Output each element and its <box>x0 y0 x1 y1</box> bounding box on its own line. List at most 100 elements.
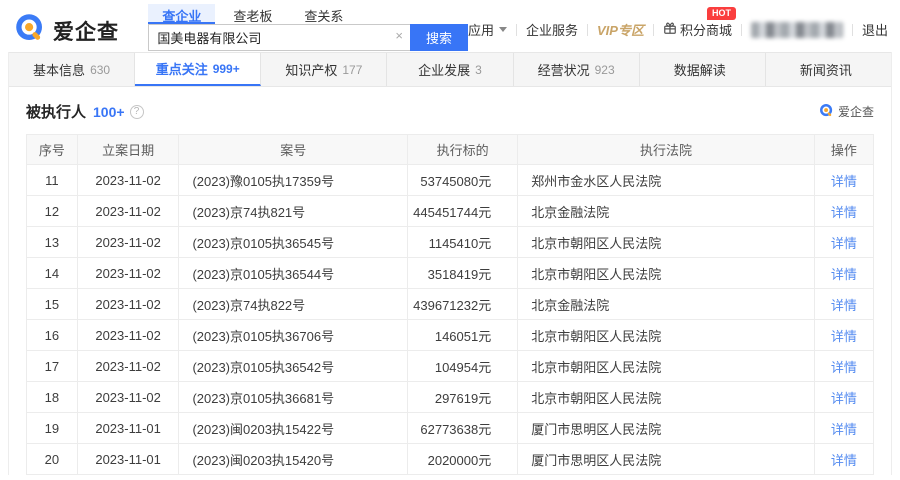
username-redacted[interactable] <box>751 22 843 38</box>
detail-link[interactable]: 详情 <box>831 391 857 406</box>
watermark: 爱企查 <box>819 103 874 121</box>
cell-target-amount: 1145410元 <box>408 227 518 258</box>
cell-court: 厦门市思明区人民法院 <box>518 444 814 475</box>
company-nav-tabs: 基本信息 630 重点关注 999+ 知识产权 177 企业发展 3 经营状况 … <box>9 52 891 87</box>
logout-link[interactable]: 退出 <box>862 20 888 39</box>
cell-action: 详情 <box>814 258 873 289</box>
search-box: × 搜索 <box>148 24 468 51</box>
detail-link[interactable]: 详情 <box>831 453 857 468</box>
detail-link[interactable]: 详情 <box>831 298 857 313</box>
detail-link[interactable]: 详情 <box>831 422 857 437</box>
detail-link[interactable]: 详情 <box>831 329 857 344</box>
cell-court: 北京市朝阳区人民法院 <box>518 382 814 413</box>
cell-court: 北京金融法院 <box>518 196 814 227</box>
site-logo[interactable]: 爱企查 <box>14 12 148 49</box>
cell-case-number: (2023)京0105执36706号 <box>179 320 408 351</box>
cell-target-amount: 104954元 <box>408 351 518 382</box>
cell-target-amount: 2020000元 <box>408 444 518 475</box>
cell-target-amount: 146051元 <box>408 320 518 351</box>
nav-tab-5[interactable]: 数据解读 <box>640 53 766 86</box>
col-header-case-number: 案号 <box>179 135 408 165</box>
cell-target-amount: 53745080元 <box>408 165 518 196</box>
table-row: 14 2023-11-02 (2023)京0105执36544号 3518419… <box>27 258 874 289</box>
nav-tab-label: 经营状况 <box>538 60 590 79</box>
section-title: 被执行人 <box>26 101 86 122</box>
cell-filing-date: 2023-11-02 <box>77 258 179 289</box>
search-input[interactable] <box>148 24 410 51</box>
divider <box>516 24 517 36</box>
cell-index: 11 <box>27 165 78 196</box>
col-header-court: 执行法院 <box>518 135 814 165</box>
nav-tab-0[interactable]: 基本信息 630 <box>9 53 135 86</box>
cell-filing-date: 2023-11-02 <box>77 196 179 227</box>
cell-court: 厦门市思明区人民法院 <box>518 413 814 444</box>
aiqicha-watermark-icon <box>819 103 834 121</box>
cell-case-number: (2023)京0105执36545号 <box>179 227 408 258</box>
cell-index: 16 <box>27 320 78 351</box>
enterprise-service-link[interactable]: 企业服务 <box>526 20 578 39</box>
cell-action: 详情 <box>814 351 873 382</box>
cell-court: 北京市朝阳区人民法院 <box>518 227 814 258</box>
nav-tab-count: 177 <box>342 63 362 77</box>
search-tab-1[interactable]: 查老板 <box>219 4 286 24</box>
cell-index: 18 <box>27 382 78 413</box>
search-tabs: 查企业 查老板 查关系 <box>148 4 468 24</box>
table-row: 19 2023-11-01 (2023)闽0203执15422号 6277363… <box>27 413 874 444</box>
table-row: 13 2023-11-02 (2023)京0105执36545号 1145410… <box>27 227 874 258</box>
top-header: 爱企查 查企业 查老板 查关系 × 搜索 应用 企业服务 VIP专区 <box>0 0 900 52</box>
help-icon[interactable]: ? <box>130 105 144 119</box>
divider <box>741 24 742 36</box>
search-tab-label: 查老板 <box>233 9 272 24</box>
cell-target-amount: 3518419元 <box>408 258 518 289</box>
cell-index: 13 <box>27 227 78 258</box>
cell-court: 北京市朝阳区人民法院 <box>518 258 814 289</box>
apps-menu[interactable]: 应用 <box>468 20 507 39</box>
nav-tab-2[interactable]: 知识产权 177 <box>261 53 387 86</box>
user-menu: 应用 企业服务 VIP专区 积分商城 HOT 退出 <box>468 20 888 39</box>
search-button[interactable]: 搜索 <box>410 24 468 51</box>
vip-zone-link[interactable]: VIP专区 <box>597 20 644 39</box>
cell-case-number: (2023)京0105执36542号 <box>179 351 408 382</box>
clear-search-icon[interactable]: × <box>395 29 403 42</box>
detail-link[interactable]: 详情 <box>831 205 857 220</box>
search-tab-label: 查企业 <box>162 9 201 24</box>
cell-action: 详情 <box>814 227 873 258</box>
table-row: 17 2023-11-02 (2023)京0105执36542号 104954元… <box>27 351 874 382</box>
cell-court: 北京市朝阳区人民法院 <box>518 351 814 382</box>
nav-tab-count: 923 <box>595 63 615 77</box>
gift-icon <box>663 21 677 38</box>
nav-tab-count: 630 <box>90 63 110 77</box>
nav-tab-6[interactable]: 新闻资讯 <box>766 53 891 86</box>
col-header-action: 操作 <box>814 135 873 165</box>
section-header: 被执行人 100+ ? 爱企查 <box>26 101 874 122</box>
apps-menu-label: 应用 <box>468 20 494 39</box>
table-row: 15 2023-11-02 (2023)京74执822号 439671232元 … <box>27 289 874 320</box>
cell-filing-date: 2023-11-02 <box>77 351 179 382</box>
hot-badge: HOT <box>707 7 736 20</box>
search-input-wrap: × <box>148 24 410 51</box>
cell-index: 19 <box>27 413 78 444</box>
table-row: 18 2023-11-02 (2023)京0105执36681号 297619元… <box>27 382 874 413</box>
cell-filing-date: 2023-11-01 <box>77 413 179 444</box>
nav-tab-4[interactable]: 经营状况 923 <box>514 53 640 86</box>
cell-filing-date: 2023-11-01 <box>77 444 179 475</box>
detail-link[interactable]: 详情 <box>831 174 857 189</box>
cell-action: 详情 <box>814 413 873 444</box>
search-tab-0[interactable]: 查企业 <box>148 4 215 24</box>
cell-case-number: (2023)京0105执36544号 <box>179 258 408 289</box>
points-mall-link[interactable]: 积分商城 HOT <box>663 20 732 39</box>
cell-action: 详情 <box>814 444 873 475</box>
content-wrapper: 基本信息 630 重点关注 999+ 知识产权 177 企业发展 3 经营状况 … <box>8 52 892 475</box>
detail-link[interactable]: 详情 <box>831 360 857 375</box>
detail-link[interactable]: 详情 <box>831 236 857 251</box>
nav-tab-3[interactable]: 企业发展 3 <box>387 53 513 86</box>
nav-tab-1[interactable]: 重点关注 999+ <box>135 53 261 86</box>
watermark-text: 爱企查 <box>838 103 874 120</box>
cell-action: 详情 <box>814 382 873 413</box>
cell-court: 北京市朝阳区人民法院 <box>518 320 814 351</box>
search-tab-2[interactable]: 查关系 <box>290 4 357 24</box>
cell-case-number: (2023)豫0105执17359号 <box>179 165 408 196</box>
cell-target-amount: 445451744元 <box>408 196 518 227</box>
detail-link[interactable]: 详情 <box>831 267 857 282</box>
divider <box>653 24 654 36</box>
